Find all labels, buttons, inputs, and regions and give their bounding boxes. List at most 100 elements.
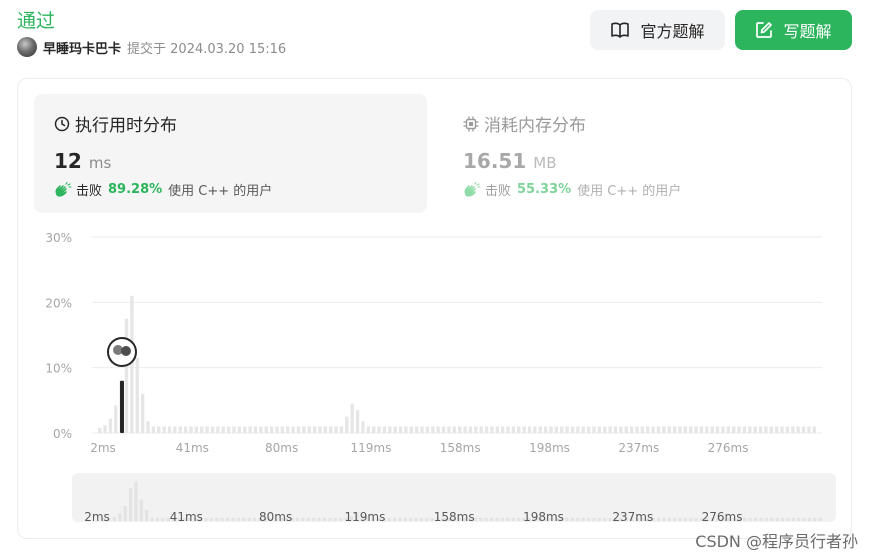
histogram-bar[interactable] bbox=[807, 426, 811, 433]
histogram-bar[interactable] bbox=[221, 426, 225, 433]
histogram-bar[interactable] bbox=[307, 426, 311, 433]
histogram-bar[interactable] bbox=[576, 426, 580, 433]
histogram-bar[interactable] bbox=[619, 426, 623, 433]
histogram-bar[interactable] bbox=[764, 426, 768, 433]
histogram-bar[interactable] bbox=[339, 426, 344, 433]
histogram-bar[interactable] bbox=[162, 426, 166, 433]
histogram-bar[interactable] bbox=[484, 426, 489, 433]
histogram-bar[interactable] bbox=[543, 426, 548, 433]
histogram-bar[interactable] bbox=[323, 426, 328, 433]
histogram-bar[interactable] bbox=[463, 426, 467, 433]
histogram-bar[interactable] bbox=[656, 426, 661, 433]
histogram-bar[interactable] bbox=[425, 426, 430, 433]
histogram-bar[interactable] bbox=[189, 426, 193, 433]
histogram-bar[interactable] bbox=[565, 426, 569, 433]
histogram-bar[interactable] bbox=[742, 426, 747, 433]
histogram-bar[interactable] bbox=[264, 426, 268, 433]
histogram-bar[interactable] bbox=[130, 295, 134, 433]
histogram-bar[interactable] bbox=[393, 426, 397, 433]
histogram-bar[interactable] bbox=[678, 426, 682, 433]
histogram-bar[interactable] bbox=[157, 426, 161, 433]
histogram-bar[interactable] bbox=[683, 426, 688, 433]
histogram-bar[interactable] bbox=[194, 426, 199, 433]
histogram-bar[interactable] bbox=[296, 426, 301, 433]
histogram-bar[interactable] bbox=[329, 426, 333, 433]
histogram-bar[interactable] bbox=[791, 426, 795, 433]
histogram-bar[interactable] bbox=[167, 426, 172, 433]
histogram-bar[interactable] bbox=[570, 426, 575, 433]
histogram-bar[interactable] bbox=[549, 426, 553, 433]
histogram-bar[interactable] bbox=[345, 416, 349, 433]
histogram-bar[interactable] bbox=[479, 426, 483, 433]
histogram-bar[interactable] bbox=[560, 426, 564, 433]
histogram-bar[interactable] bbox=[436, 426, 440, 433]
histogram-bar[interactable] bbox=[302, 426, 306, 433]
histogram-bar[interactable] bbox=[554, 426, 559, 433]
histogram-bar[interactable] bbox=[210, 426, 215, 433]
histogram-bar[interactable] bbox=[124, 318, 129, 433]
histogram-bar[interactable] bbox=[769, 426, 773, 433]
histogram-bar[interactable] bbox=[350, 403, 354, 433]
histogram-bar[interactable] bbox=[431, 426, 435, 433]
histogram-bar[interactable] bbox=[205, 426, 209, 433]
histogram-bar[interactable] bbox=[780, 426, 784, 433]
histogram-bar[interactable] bbox=[705, 426, 709, 433]
histogram-bar[interactable] bbox=[291, 426, 295, 433]
histogram-bar[interactable] bbox=[253, 426, 258, 433]
histogram-bar[interactable] bbox=[441, 426, 446, 433]
histogram-bar[interactable] bbox=[624, 426, 628, 433]
histogram-bar[interactable] bbox=[200, 426, 204, 433]
histogram-bar[interactable] bbox=[651, 426, 655, 433]
histogram-bar[interactable] bbox=[452, 426, 456, 433]
histogram-bar[interactable] bbox=[114, 405, 118, 433]
histogram-bar[interactable] bbox=[689, 426, 693, 433]
histogram-bar[interactable] bbox=[511, 426, 516, 433]
histogram-bar[interactable] bbox=[404, 426, 408, 433]
runtime-distribution-chart[interactable]: 0% 10% 20% 30% 2ms 41ms 80ms 119ms 158ms 198ms 237… bbox=[0, 0, 872, 558]
histogram-bar[interactable] bbox=[694, 426, 698, 433]
histogram-bar[interactable] bbox=[98, 427, 102, 433]
histogram-bar[interactable] bbox=[613, 426, 618, 433]
histogram-bar[interactable] bbox=[667, 426, 671, 433]
histogram-bar[interactable] bbox=[635, 426, 639, 433]
histogram-bar[interactable] bbox=[597, 426, 602, 433]
histogram-bar[interactable] bbox=[334, 426, 338, 433]
histogram-bar[interactable] bbox=[517, 426, 521, 433]
histogram-bar[interactable] bbox=[710, 426, 714, 433]
histogram-bar[interactable] bbox=[646, 426, 650, 433]
histogram-bar[interactable] bbox=[183, 426, 188, 433]
histogram-bar[interactable] bbox=[173, 426, 177, 433]
histogram-bar[interactable] bbox=[495, 426, 499, 433]
histogram-bar[interactable] bbox=[377, 426, 381, 433]
histogram-bar[interactable] bbox=[318, 426, 322, 433]
histogram-bar[interactable] bbox=[458, 426, 462, 433]
histogram-bar[interactable] bbox=[721, 426, 725, 433]
histogram-bar[interactable] bbox=[468, 426, 473, 433]
histogram-bar[interactable] bbox=[286, 426, 290, 433]
histogram-bar[interactable] bbox=[409, 426, 413, 433]
histogram-bar[interactable] bbox=[269, 426, 274, 433]
histogram-bar[interactable] bbox=[608, 426, 612, 433]
histogram-bar[interactable] bbox=[415, 426, 419, 433]
histogram-bar[interactable] bbox=[801, 426, 806, 433]
histogram-bar[interactable] bbox=[280, 426, 285, 433]
histogram-bar[interactable] bbox=[672, 426, 677, 433]
histogram-bar[interactable] bbox=[732, 426, 736, 433]
histogram-bar[interactable] bbox=[775, 426, 779, 433]
histogram-bar[interactable] bbox=[533, 426, 537, 433]
histogram-bar[interactable] bbox=[243, 426, 247, 433]
histogram-bar[interactable] bbox=[447, 426, 451, 433]
histogram-bar[interactable] bbox=[796, 426, 800, 433]
histogram-bar[interactable] bbox=[737, 426, 741, 433]
histogram-bar[interactable] bbox=[248, 426, 252, 433]
histogram-bar[interactable] bbox=[758, 426, 763, 433]
histogram-bar[interactable] bbox=[259, 426, 263, 433]
histogram-bar[interactable] bbox=[662, 426, 666, 433]
histogram-bar[interactable] bbox=[812, 426, 816, 433]
histogram-bar[interactable] bbox=[312, 426, 317, 433]
histogram-bar[interactable] bbox=[151, 426, 156, 433]
histogram-bar[interactable] bbox=[586, 426, 591, 433]
histogram-bar[interactable] bbox=[216, 426, 220, 433]
histogram-bar[interactable] bbox=[785, 426, 790, 433]
histogram-bar[interactable] bbox=[490, 426, 494, 433]
